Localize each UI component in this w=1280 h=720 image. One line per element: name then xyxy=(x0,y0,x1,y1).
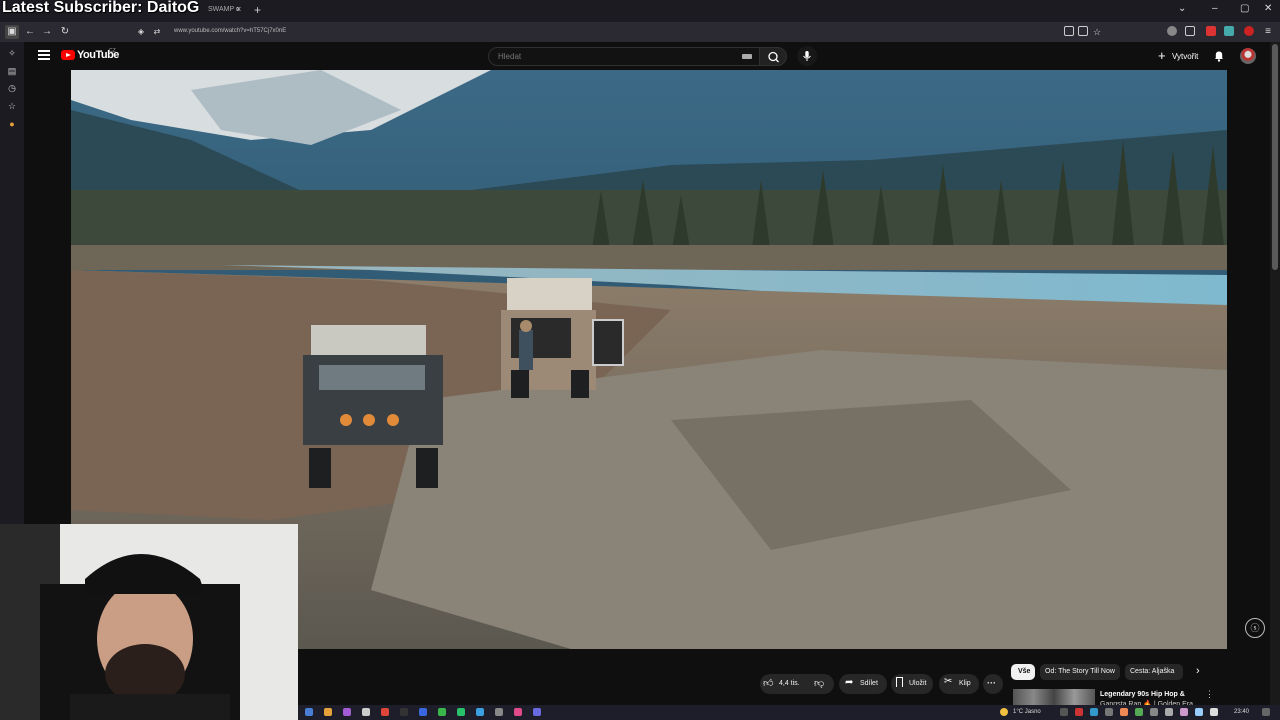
taskbar-app-icon[interactable] xyxy=(514,708,522,716)
reload-icon[interactable]: ↻ xyxy=(58,25,72,39)
chip-travel-label: Cesta: Aljaška xyxy=(1130,668,1175,675)
url-text[interactable]: www.youtube.com/watch?v=hT57Cj7x0nE xyxy=(174,28,286,34)
recommended-more-icon[interactable]: ⋮ xyxy=(1205,689,1214,700)
webcam-image xyxy=(0,524,298,720)
close-window-button[interactable]: ✕ xyxy=(1264,3,1272,14)
notifications-bell-icon[interactable] xyxy=(1212,49,1226,63)
taskbar-app-icon[interactable] xyxy=(438,708,446,716)
dislike-icon[interactable]: 👎︎ xyxy=(814,677,824,689)
create-label: Vytvořit xyxy=(1172,52,1199,61)
streamer-webcam xyxy=(0,524,298,720)
shield-icon[interactable]: ◈ xyxy=(134,25,148,39)
sidebar-extension-icon[interactable]: ● xyxy=(7,119,17,129)
like-icon[interactable]: 👍︎ xyxy=(763,677,775,691)
sidebar-history-icon[interactable]: ◷ xyxy=(7,83,17,93)
tray-icon[interactable] xyxy=(1120,708,1128,716)
tray-icon[interactable] xyxy=(1165,708,1173,716)
chip-from-channel-label: Od: The Story Till Now xyxy=(1045,668,1115,675)
volume-icon[interactable] xyxy=(1210,708,1218,716)
bookmark-icon xyxy=(896,677,903,687)
taskbar-app-icon[interactable] xyxy=(362,708,370,716)
scissors-icon: ✂ xyxy=(944,676,953,687)
sidebar-ai-icon[interactable]: ✧ xyxy=(7,48,17,58)
search-button[interactable] xyxy=(759,47,787,66)
more-icon: ··· xyxy=(987,678,996,688)
taskbar-start-icon[interactable] xyxy=(305,708,313,716)
share-label: Sdílet xyxy=(860,680,878,687)
avatar[interactable] xyxy=(1240,48,1256,64)
new-tab-button[interactable]: + xyxy=(254,3,261,17)
taskbar-app-icon[interactable] xyxy=(343,708,351,716)
tray-icon[interactable] xyxy=(1150,708,1158,716)
guide-menu-icon[interactable] xyxy=(38,50,50,60)
home-icon[interactable] xyxy=(1185,26,1195,36)
reader-view-icon[interactable] xyxy=(1064,26,1074,36)
chip-all-label: Vše xyxy=(1018,668,1031,675)
recommended-video-title[interactable]: Legendary 90s Hip Hop & xyxy=(1100,691,1185,698)
taskbar-weather[interactable]: 1°C Jasno xyxy=(1013,709,1041,715)
taskbar-app-icon[interactable] xyxy=(495,708,503,716)
taskbar-app-icon[interactable] xyxy=(476,708,484,716)
stream-subscriber-overlay: Latest Subscriber: DaitoG xyxy=(2,0,200,16)
permissions-icon[interactable]: ⇄ xyxy=(150,25,164,39)
extension-red-icon[interactable] xyxy=(1206,26,1216,36)
tray-icon[interactable] xyxy=(1180,708,1188,716)
tray-icon[interactable] xyxy=(1075,708,1083,716)
like-count[interactable]: 4,4 tis. xyxy=(779,680,800,687)
back-icon[interactable]: ← xyxy=(23,25,37,39)
extension-icon[interactable] xyxy=(1167,26,1177,36)
taskbar-app-icon[interactable] xyxy=(324,708,332,716)
screenshot-icon[interactable] xyxy=(1078,26,1088,36)
taskbar-app-icon[interactable] xyxy=(457,708,465,716)
share-icon: ➦ xyxy=(845,677,854,688)
taskbar-clock[interactable]: 23:40 xyxy=(1234,709,1249,715)
voice-search-button[interactable] xyxy=(797,46,817,66)
menu-icon[interactable]: ≡ xyxy=(1261,25,1275,39)
tray-icon[interactable] xyxy=(1135,708,1143,716)
save-label: Uložit xyxy=(909,680,927,687)
minimize-button[interactable]: – xyxy=(1212,3,1218,14)
sidebar-bookmarks-icon[interactable]: ☆ xyxy=(7,101,17,111)
extension-teal-icon[interactable] xyxy=(1224,26,1234,36)
taskbar-app-icon[interactable] xyxy=(419,708,427,716)
scrollbar-thumb[interactable] xyxy=(1272,44,1278,270)
chevron-right-icon[interactable]: › xyxy=(1196,665,1200,677)
maximize-button[interactable]: ▢ xyxy=(1240,3,1249,14)
weather-moon-icon xyxy=(1000,708,1008,716)
bookmark-star-icon[interactable]: ☆ xyxy=(1090,25,1104,39)
youtube-logo-icon[interactable] xyxy=(61,50,75,60)
clip-label: Klip xyxy=(959,680,971,687)
tray-icon[interactable] xyxy=(1105,708,1113,716)
notification-center-icon[interactable] xyxy=(1262,708,1270,716)
extension-record-icon[interactable] xyxy=(1244,26,1254,36)
sidebar-toggle-icon[interactable]: ▣ xyxy=(5,25,19,39)
country-code: CZ xyxy=(109,48,116,54)
wifi-icon[interactable] xyxy=(1195,708,1203,716)
keyboard-icon[interactable] xyxy=(742,54,752,59)
forward-icon[interactable]: → xyxy=(40,25,54,39)
search-input[interactable] xyxy=(498,52,728,61)
tab-list-icon[interactable]: ⌄ xyxy=(1178,3,1186,14)
tray-icon[interactable] xyxy=(1060,708,1068,716)
sidebar-tabs-icon[interactable]: ▤ xyxy=(7,66,17,76)
tray-icon[interactable] xyxy=(1090,708,1098,716)
tab-close-icon[interactable]: × xyxy=(236,4,241,14)
taskbar-browser-icon[interactable] xyxy=(381,708,389,716)
search-icon xyxy=(768,51,779,63)
taskbar-app-icon[interactable] xyxy=(533,708,541,716)
taskbar-app-icon[interactable] xyxy=(400,708,408,716)
plus-icon: + xyxy=(1158,48,1166,63)
microphone-icon xyxy=(803,51,811,61)
video-channel-watermark[interactable]: ⓢ xyxy=(1245,618,1265,638)
browser-tab-title[interactable]: SWAMP c xyxy=(208,6,240,13)
